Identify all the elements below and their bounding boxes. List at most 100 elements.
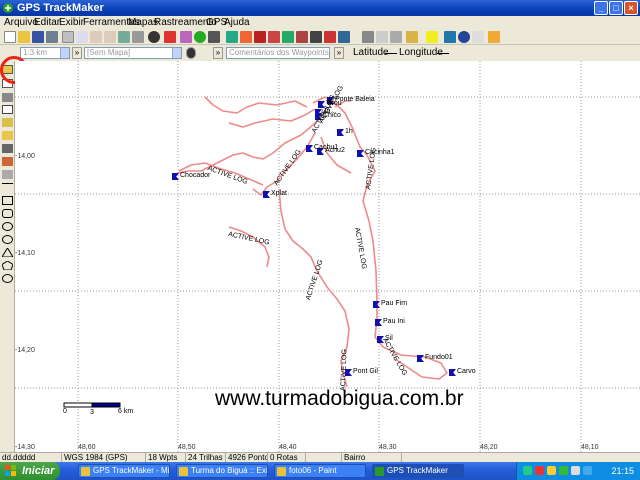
comment-placeholder: Comentários dos Waypoints <box>229 48 329 57</box>
minimize-button[interactable]: _ <box>594 1 608 15</box>
save-icon[interactable] <box>32 31 44 43</box>
globe-icon[interactable] <box>148 31 160 43</box>
waypoint-label[interactable]: Pau Fim <box>381 300 407 307</box>
map-canvas[interactable]: Ponte Baleia Tirou Ju... Chico 1h Cacinha1 Ach… <box>15 61 640 452</box>
browser-icon <box>179 467 188 476</box>
task-browser[interactable]: Turma do Biguá :: Exi... <box>176 464 268 478</box>
lock-icon[interactable] <box>362 31 374 43</box>
task-gps-trackmaker-word[interactable]: GPS TrackMaker - Mic... <box>78 464 170 478</box>
circle-tool-icon[interactable] <box>2 235 13 244</box>
waypoint-label[interactable]: Pau Ini <box>383 318 405 325</box>
options-icon[interactable] <box>472 31 484 43</box>
eraser-tool-icon[interactable] <box>2 170 13 179</box>
latitude-label: Latitude <box>353 47 389 58</box>
start-button[interactable]: Iniciar <box>0 462 60 480</box>
start-label: Iniciar <box>22 465 55 477</box>
rounded-rect-tool-icon[interactable] <box>2 209 13 218</box>
color-icon[interactable] <box>254 31 266 43</box>
cut-icon[interactable] <box>62 31 74 43</box>
menu-arquivo[interactable]: Arquivo <box>4 17 38 28</box>
scale-go-button[interactable]: » <box>72 47 82 59</box>
track-branch1 <box>204 96 308 114</box>
flag-gray-icon[interactable] <box>390 31 402 43</box>
rectangle-tool-icon[interactable] <box>2 196 13 205</box>
chevron-down-icon <box>60 48 69 58</box>
y-tick: -14,30 <box>15 444 35 451</box>
messenger-icon[interactable] <box>559 466 568 475</box>
tool-palette <box>0 61 15 452</box>
text-icon[interactable] <box>296 31 308 43</box>
pentagon-tool-icon[interactable] <box>1 260 14 271</box>
route-icon[interactable] <box>268 31 280 43</box>
menu-ajuda[interactable]: Ajuda <box>224 17 250 28</box>
task-label: GPS TrackMaker <box>387 466 448 475</box>
line-tool-icon[interactable] <box>2 183 13 184</box>
main-toolbar <box>0 29 640 45</box>
ellipse-tool-icon[interactable] <box>2 222 13 231</box>
waypoint-label[interactable]: 1h <box>345 128 353 135</box>
comment-go-button[interactable]: » <box>334 47 344 59</box>
edit-tool-icon[interactable] <box>2 131 13 140</box>
waypoint-label[interactable]: Fundo01 <box>425 354 453 361</box>
ring-tool-icon[interactable] <box>2 274 13 283</box>
map-select[interactable]: [Sem Mapa] <box>84 47 182 59</box>
pin-icon[interactable] <box>324 31 336 43</box>
connect-icon[interactable] <box>458 31 470 43</box>
maximize-button[interactable]: □ <box>609 1 623 15</box>
divider <box>385 53 397 54</box>
waypoint-icon[interactable] <box>226 31 238 43</box>
print-icon[interactable] <box>46 31 58 43</box>
scale-value: 1:3 km <box>23 48 48 57</box>
layers-tool-icon[interactable] <box>2 118 13 127</box>
gps-data-icon[interactable] <box>426 31 438 43</box>
send-icon[interactable] <box>444 31 456 43</box>
folder-icon[interactable] <box>406 31 418 43</box>
flag-icon[interactable] <box>240 31 252 43</box>
gps-icon[interactable] <box>194 31 206 43</box>
zoom-all-icon[interactable] <box>118 31 130 43</box>
track-branch2 <box>228 108 316 128</box>
brush-tool-icon[interactable] <box>2 144 13 153</box>
comment-input[interactable]: Comentários dos Waypoints <box>226 47 330 59</box>
menu-editar[interactable]: Editar <box>34 17 60 28</box>
waypoint-label[interactable]: Carvo <box>457 368 476 375</box>
open-folder-icon[interactable] <box>18 31 30 43</box>
zoom-icon[interactable] <box>76 31 88 43</box>
trash-icon[interactable] <box>376 31 388 43</box>
menu-exibir[interactable]: Exibir <box>59 17 84 28</box>
scale-select[interactable]: 1:3 km <box>20 47 70 59</box>
zoom-out-icon[interactable] <box>104 31 116 43</box>
zoom-in-icon[interactable] <box>90 31 102 43</box>
gps-app-icon <box>3 3 13 13</box>
network-icon[interactable] <box>523 466 532 475</box>
title-bar[interactable]: GPS TrackMaker _ □ × <box>0 0 640 16</box>
hand-tool-icon[interactable] <box>2 93 13 102</box>
waypoint-label[interactable]: Xplat <box>271 190 287 197</box>
task-paint[interactable]: foto06 - Paint <box>274 464 366 478</box>
people-icon[interactable] <box>338 31 350 43</box>
track-icon[interactable] <box>180 31 192 43</box>
close-button[interactable]: × <box>624 1 638 15</box>
waypoint-label[interactable]: Chocador <box>180 172 210 179</box>
volume-icon[interactable] <box>571 466 580 475</box>
pan-icon[interactable] <box>132 31 144 43</box>
new-file-icon[interactable] <box>4 31 16 43</box>
record-icon[interactable] <box>164 31 176 43</box>
waypoint-label[interactable]: Pont Gil <box>353 368 378 375</box>
map-go-button[interactable]: » <box>213 47 223 59</box>
status-bar: dd.ddddd WGS 1984 (GPS) 18 Wpts 24 Trilh… <box>0 452 640 463</box>
triangle-tool-icon[interactable] <box>1 247 14 258</box>
task-gps-trackmaker[interactable]: GPS TrackMaker <box>372 464 464 478</box>
fill-tool-icon[interactable] <box>2 157 13 166</box>
update-icon[interactable] <box>583 466 592 475</box>
pointer-tool-icon[interactable] <box>2 105 13 114</box>
color-button[interactable] <box>186 47 196 59</box>
task-label: GPS TrackMaker - Mic... <box>93 466 170 475</box>
shield-icon[interactable] <box>547 466 556 475</box>
antivirus-icon[interactable] <box>535 466 544 475</box>
help-icon[interactable] <box>488 31 500 43</box>
tree-icon[interactable] <box>282 31 294 43</box>
waypoint-label[interactable]: Cachu1 <box>314 144 338 151</box>
chart-icon[interactable] <box>310 31 322 43</box>
satellite-icon[interactable] <box>208 31 220 43</box>
